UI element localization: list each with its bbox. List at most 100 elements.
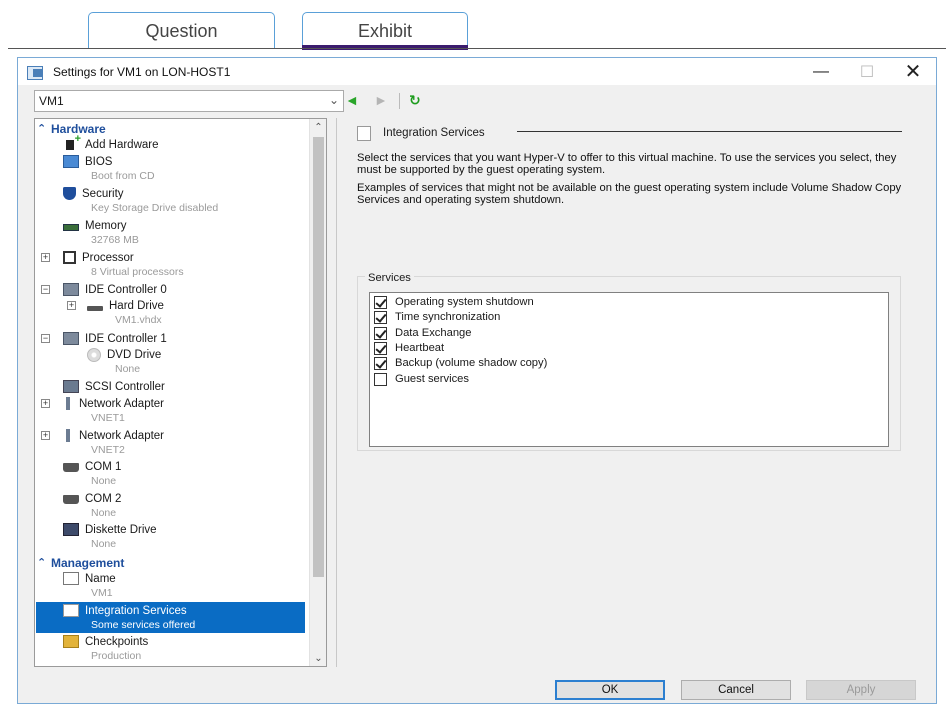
integration-services-icon [63, 604, 79, 617]
tree-item-label: SCSI Controller [85, 380, 165, 393]
service-label: Backup (volume shadow copy) [395, 357, 548, 369]
services-label: Services [365, 272, 414, 284]
service-label: Guest services [395, 373, 469, 385]
checkbox-checked[interactable] [374, 310, 387, 324]
tree-item-label: BIOS [85, 155, 113, 168]
service-label: Operating system shutdown [395, 296, 534, 308]
vm-select-value: VM1 [39, 94, 64, 108]
tab-exhibit-label: Exhibit [357, 20, 413, 41]
service-label: Heartbeat [395, 342, 445, 354]
service-item[interactable]: Data Exchange [374, 326, 472, 340]
checkbox-checked[interactable] [374, 326, 387, 340]
tree-item-dvd-drive[interactable]: DVD Drive [87, 347, 161, 362]
collapse-node-icon[interactable]: − [41, 334, 50, 343]
service-item[interactable]: Guest services [374, 372, 469, 386]
tab-question[interactable]: Question [88, 12, 275, 49]
service-item[interactable]: Time synchronization [374, 310, 500, 324]
forward-arrow-icon[interactable]: ► [374, 92, 388, 108]
settings-tree: ⌃ Hardware Add Hardware BIOS Boot from C… [34, 118, 327, 667]
minimize-button[interactable]: — [798, 58, 844, 85]
tree-item-label: COM 2 [85, 492, 122, 505]
scsi-controller-icon [63, 380, 79, 393]
cancel-button[interactable]: Cancel [681, 680, 791, 700]
network-adapter-icon [63, 429, 73, 442]
checkbox-checked[interactable] [374, 341, 387, 355]
checkbox-unchecked[interactable] [374, 372, 387, 386]
checkbox-checked[interactable] [374, 295, 387, 309]
service-label: Time synchronization [395, 311, 501, 323]
integration-services-icon [357, 125, 371, 141]
settings-window: Settings for VM1 on LON-HOST1 — ☐ ✕ VM1 … [17, 57, 937, 704]
tree-scrollbar[interactable]: ⌃ ⌄ [309, 119, 326, 666]
tree-item-label: Memory [85, 219, 127, 232]
tree-item-detail: 32768 MB [91, 234, 139, 246]
expand-icon[interactable]: + [41, 399, 50, 408]
expand-icon[interactable]: + [41, 253, 50, 262]
tree-item-label: IDE Controller 1 [85, 332, 167, 345]
tree-item-diskette-drive[interactable]: Diskette Drive [63, 522, 157, 537]
tree-item-detail: Boot from CD [91, 170, 155, 182]
tree-item-add-hardware[interactable]: Add Hardware [63, 133, 159, 152]
name-icon [63, 572, 79, 585]
tree-item-label: Hard Drive [109, 299, 164, 312]
tree-item-security[interactable]: Security [63, 186, 124, 201]
tree-item-ide-controller-1[interactable]: IDE Controller 1 [63, 331, 167, 346]
ok-button[interactable]: OK [555, 680, 665, 700]
vm-select[interactable]: VM1 ⌄ [34, 90, 344, 112]
maximize-button[interactable]: ☐ [844, 58, 890, 85]
back-arrow-icon[interactable]: ◄ [345, 92, 359, 108]
refresh-icon[interactable]: ↻ [409, 92, 421, 109]
tree-item-name[interactable]: Name [63, 571, 116, 586]
tree-item-bios[interactable]: BIOS [63, 154, 112, 169]
hard-drive-icon [87, 305, 103, 311]
scroll-down-icon[interactable]: ⌄ [310, 650, 326, 666]
tree-item-detail: None [91, 538, 117, 550]
service-item[interactable]: Backup (volume shadow copy) [374, 356, 547, 370]
title-bar: Settings for VM1 on LON-HOST1 — ☐ ✕ [18, 58, 936, 85]
tree-item-com-1[interactable]: COM 1 [63, 459, 121, 474]
integration-services-panel: Integration Services Select the services… [336, 118, 920, 667]
collapse-node-icon[interactable]: − [41, 285, 50, 294]
tree-item-label: Security [82, 187, 124, 200]
tree-item-checkpoints[interactable]: Checkpoints [63, 634, 148, 649]
com-port-icon [63, 463, 79, 472]
tree-item-label: IDE Controller 0 [85, 283, 167, 296]
panel-description-1: Select the services that you want Hyper-… [357, 152, 897, 176]
apply-button[interactable]: Apply [806, 680, 916, 700]
add-hardware-icon [63, 133, 81, 151]
tree-item-integration-services[interactable]: Integration Services [63, 603, 187, 618]
close-button[interactable]: ✕ [890, 58, 936, 85]
ide-controller-icon [63, 332, 79, 345]
service-item[interactable]: Heartbeat [374, 341, 444, 355]
management-section-label: Management [51, 555, 125, 570]
tab-exhibit[interactable]: Exhibit [302, 12, 468, 50]
scrollbar-thumb[interactable] [313, 137, 324, 577]
management-section-header[interactable]: ⌃ Management [37, 555, 124, 570]
tree-item-processor[interactable]: Processor [63, 250, 134, 265]
hyperv-settings-icon [27, 64, 45, 80]
tree-item-network-adapter-1[interactable]: Network Adapter [63, 396, 164, 411]
panel-header: Integration Services [357, 124, 485, 142]
tree-item-com-2[interactable]: COM 2 [63, 491, 121, 506]
panel-title: Integration Services [383, 127, 485, 139]
tree-item-memory[interactable]: Memory [63, 218, 127, 233]
tree-item-scsi-controller[interactable]: SCSI Controller [63, 379, 165, 394]
tree-item-ide-controller-0[interactable]: IDE Controller 0 [63, 282, 167, 297]
tree-item-detail: None [115, 363, 141, 375]
tree-item-network-adapter-2[interactable]: Network Adapter [63, 428, 164, 443]
scroll-up-icon[interactable]: ⌃ [310, 119, 326, 135]
tree-item-detail: VNET2 [91, 444, 125, 456]
service-item[interactable]: Operating system shutdown [374, 295, 534, 309]
checkbox-checked[interactable] [374, 356, 387, 370]
hardware-section-header[interactable]: ⌃ Hardware [37, 121, 106, 136]
maximize-icon: ☐ [859, 63, 875, 81]
tree-item-label: Add Hardware [85, 138, 159, 151]
tree-item-label: Network Adapter [79, 429, 165, 442]
memory-icon [63, 223, 79, 231]
window-title: Settings for VM1 on LON-HOST1 [53, 64, 231, 79]
tree-item-hard-drive[interactable]: Hard Drive [87, 298, 164, 313]
dvd-drive-icon [87, 347, 101, 362]
expand-icon[interactable]: + [67, 301, 76, 310]
tree-item-detail: Some services offered [91, 619, 196, 631]
expand-icon[interactable]: + [41, 431, 50, 440]
